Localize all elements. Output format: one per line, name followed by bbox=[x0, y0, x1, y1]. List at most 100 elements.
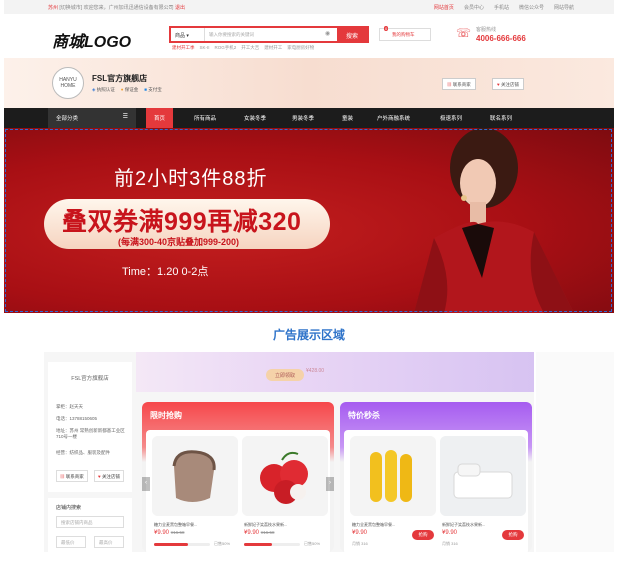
top-link-mobile[interactable]: 手机站 bbox=[494, 4, 509, 11]
greeting-text: 欢迎您来，广州加讯迅通信设备有限公司 bbox=[83, 5, 174, 11]
prev-arrow-icon[interactable]: ‹ bbox=[142, 477, 150, 491]
product-card[interactable]: 糖力全麦黑包整箱早餐... ¥9.90 月销 316 抢购 bbox=[350, 436, 436, 552]
nav-item-collab[interactable]: 联名系列 bbox=[490, 114, 512, 122]
product-card[interactable]: 新鲜妃子笑荔枝水果新... ¥9.90 月销 316 抢购 bbox=[440, 436, 526, 552]
search-category-select[interactable]: 商品 ▾ bbox=[171, 28, 205, 41]
sold-percent: 已售50% bbox=[214, 541, 231, 546]
special-price-title: 特价秒杀 bbox=[348, 411, 380, 420]
side-follow-button[interactable]: ♥ 关注店铺 bbox=[94, 470, 124, 482]
logout-link[interactable]: 退出 bbox=[175, 5, 185, 11]
hot-word[interactable]: 开工大吉 bbox=[241, 45, 259, 51]
side-contact-button[interactable]: ▦ 联系商家 bbox=[56, 470, 88, 482]
top-link-home[interactable]: 网站首页 bbox=[434, 4, 454, 11]
nav-item-home[interactable]: 首页 bbox=[146, 108, 174, 128]
shop-business: 经营：纺织品、服装及配件 bbox=[56, 450, 110, 455]
shop-address: 地址：苏州 常熟创新新都基工业区710号一楼 bbox=[56, 428, 125, 439]
location-link[interactable]: 苏州 bbox=[48, 5, 58, 11]
max-price-input[interactable]: 最高价 bbox=[94, 536, 124, 548]
top-link-member[interactable]: 会员中心 bbox=[464, 4, 484, 11]
hot-word[interactable]: 建材开工季 bbox=[172, 45, 195, 51]
top-bar-links: 网站首页 会员中心 手机站 微信公众号 网站导航 bbox=[434, 4, 574, 11]
nav-item-mens-winter[interactable]: 男装冬季 bbox=[292, 114, 314, 122]
main-nav: 全部分类 ☰ 首页 所有商品 女装冬季 男装冬季 童装 户外商融系统 极速系列 … bbox=[4, 108, 614, 128]
hot-words: 建材开工季 SK-II ROG手机2 开工大吉 建材开工 家电厨房好物 bbox=[172, 45, 314, 51]
coupon-price: ¥428.00 bbox=[306, 368, 325, 374]
shop-owner: 掌柜：赵天天 bbox=[56, 404, 83, 409]
top-link-sitemap[interactable]: 网站导航 bbox=[554, 4, 574, 11]
hotline-label: 客服热线 bbox=[476, 27, 497, 33]
shop-content-preview: 立即领取 ¥428.00 FSL官方旗舰店 掌柜：赵天天 电话：13788150… bbox=[44, 352, 534, 552]
product-image bbox=[350, 436, 436, 516]
nav-item-speed[interactable]: 极速系列 bbox=[440, 114, 462, 122]
sold-percent: 已售50% bbox=[304, 541, 321, 546]
shop-tags: ◈ 执照认证 ● 保证金 ■ 支付宝 bbox=[92, 87, 162, 93]
contact-seller-button[interactable]: ▦ 联系商家 bbox=[442, 78, 476, 90]
product-name: 糖力全麦黑包整箱早餐... bbox=[154, 522, 198, 527]
chat-icon: ▦ bbox=[60, 474, 65, 479]
page-frame: 苏州 [切换城市] 欢迎您来，广州加讯迅通信设备有限公司 退出 网站首页 会员中… bbox=[4, 0, 614, 576]
product-price: ¥9.90 ¥16.58 bbox=[154, 530, 185, 536]
min-price-input[interactable]: 最低价 bbox=[56, 536, 86, 548]
product-name: 糖力全麦黑包整箱早餐... bbox=[352, 522, 396, 527]
nav-item-all-products[interactable]: 所有商品 bbox=[194, 114, 216, 122]
hot-word[interactable]: SK-II bbox=[200, 45, 210, 51]
flash-sale-body: 糖力全麦黑包整箱早餐... ¥9.90 ¥16.58 已售50% 新鲜妃子笑荔枝… bbox=[146, 430, 330, 552]
shop-search-card: 店铺内搜索 搜索店铺内商品 最低价 最高价 bbox=[48, 498, 132, 552]
promo-banner[interactable]: 前2小时3件88折 叠双券满999再减320 (每满300-40京贴叠加999-… bbox=[4, 128, 614, 313]
sales-progress-bar bbox=[244, 543, 300, 546]
hotline-number: 4006-666-666 bbox=[476, 34, 526, 43]
hot-word[interactable]: 建材开工 bbox=[264, 45, 282, 51]
follow-shop-button[interactable]: ♥ 关注店铺 bbox=[492, 78, 524, 90]
alipay-badge: ■ 支付宝 bbox=[144, 87, 162, 92]
nav-item-kids[interactable]: 童装 bbox=[342, 114, 353, 122]
monthly-sales: 月销 316 bbox=[442, 541, 458, 546]
top-bar-left: 苏州 [切换城市] 欢迎您来，广州加讯迅通信设备有限公司 退出 bbox=[48, 4, 185, 11]
shop-info-card: FSL官方旗舰店 掌柜：赵天天 电话：13788150605 地址：苏州 常熟创… bbox=[48, 362, 132, 492]
menu-icon: ☰ bbox=[122, 114, 128, 120]
buy-now-button[interactable]: 抢购 bbox=[502, 530, 524, 540]
site-logo[interactable]: 商城LOGO bbox=[52, 28, 131, 52]
shop-info-name: FSL官方旗舰店 bbox=[71, 376, 109, 382]
product-card[interactable]: 糖力全麦黑包整箱早餐... ¥9.90 ¥16.58 已售50% bbox=[152, 436, 238, 552]
nav-item-outdoor[interactable]: 户外商融系统 bbox=[377, 114, 410, 122]
sales-progress-bar bbox=[154, 543, 210, 546]
special-price-panel: 特价秒杀 糖力全麦黑包整箱早餐... ¥9.90 月销 316 抢购 新鲜妃子笑… bbox=[340, 402, 532, 552]
shop-search-input[interactable]: 搜索店铺内商品 bbox=[56, 516, 124, 528]
claim-coupon-button[interactable]: 立即领取 bbox=[266, 369, 304, 381]
product-price: ¥9.90 bbox=[442, 530, 458, 536]
top-link-wechat[interactable]: 微信公众号 bbox=[519, 4, 544, 11]
cart-count-badge: 0 bbox=[384, 26, 389, 31]
chat-icon: ▦ bbox=[447, 82, 452, 87]
hot-word[interactable]: ROG手机2 bbox=[215, 45, 237, 51]
heart-icon: ♥ bbox=[98, 474, 101, 479]
deposit-badge: ● 保证金 bbox=[120, 87, 139, 92]
product-card[interactable]: 新鲜妃子笑荔枝水果新... ¥9.90 ¥16.58 已售50% bbox=[242, 436, 328, 552]
sales-progress-fill bbox=[154, 543, 188, 546]
product-image bbox=[440, 436, 526, 516]
license-badge: ◈ 执照认证 bbox=[92, 87, 115, 92]
product-name: 新鲜妃子笑荔枝水果新... bbox=[442, 522, 486, 527]
search-box: 商品 ▾ 输入你要搜索的关键词 ◉ 搜索 bbox=[169, 26, 369, 43]
shop-name: FSL官方旗舰店 bbox=[92, 74, 148, 83]
shop-logo[interactable]: HANYU HOME bbox=[52, 67, 84, 99]
product-image bbox=[152, 436, 238, 516]
next-arrow-icon[interactable]: › bbox=[326, 477, 334, 491]
flash-sale-title: 限时抢购 bbox=[150, 411, 182, 420]
buy-now-button[interactable]: 抢购 bbox=[412, 530, 434, 540]
ad-area-caption: 广告展示区域 bbox=[272, 328, 345, 342]
product-price: ¥9.90 ¥16.58 bbox=[244, 530, 275, 536]
all-categories-button[interactable]: 全部分类 ☰ bbox=[48, 108, 136, 128]
search-input[interactable]: 输入你要搜索的关键词 bbox=[205, 28, 325, 41]
special-price-body: 糖力全麦黑包整箱早餐... ¥9.90 月销 316 抢购 新鲜妃子笑荔枝水果新… bbox=[344, 430, 528, 552]
search-button[interactable]: 搜索 bbox=[337, 28, 367, 41]
flash-sale-panel: 限时抢购 糖力全麦黑包整箱早餐... ¥9.90 ¥16.58 已售50% 新鲜… bbox=[142, 402, 334, 552]
hot-word[interactable]: 家电厨房好物 bbox=[287, 45, 314, 51]
sales-progress-fill bbox=[244, 543, 272, 546]
cart-button[interactable]: 0 我的购物车 bbox=[379, 26, 431, 41]
product-price: ¥9.90 bbox=[352, 530, 368, 536]
camera-icon[interactable]: ◉ bbox=[325, 28, 337, 41]
phone-icon: ☏ bbox=[456, 26, 472, 40]
nav-item-womens-winter[interactable]: 女装冬季 bbox=[244, 114, 266, 122]
heart-icon: ♥ bbox=[497, 82, 500, 87]
switch-city-link[interactable]: [切换城市] bbox=[59, 5, 82, 11]
